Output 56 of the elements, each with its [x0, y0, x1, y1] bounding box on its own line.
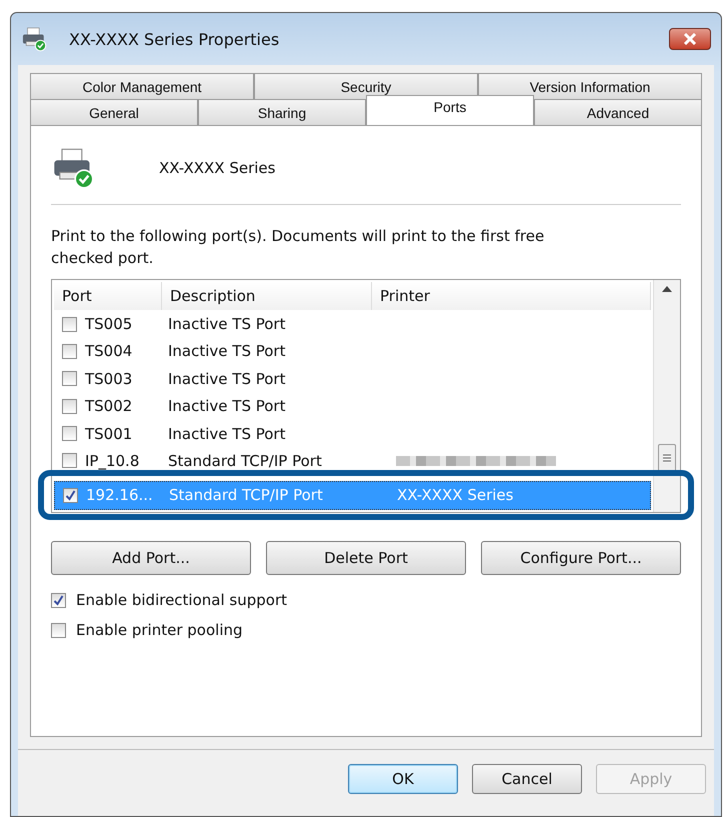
checkbox[interactable]	[51, 622, 66, 638]
description-cell-text: Standard TCP/IP Port	[168, 452, 323, 470]
tab[interactable]: Ports	[366, 95, 534, 125]
checkbox[interactable]	[51, 592, 66, 608]
tab[interactable]: Version Information	[478, 73, 702, 99]
checkbox[interactable]	[62, 453, 77, 468]
checkbox[interactable]	[62, 398, 77, 414]
description-cell-text: Inactive TS Port	[168, 397, 286, 416]
checkbox[interactable]	[62, 344, 77, 359]
scroll-up-icon[interactable]	[662, 286, 672, 292]
port-row[interactable]: TS003 Inactive TS Port	[54, 365, 651, 392]
tab[interactable]: Security	[254, 73, 478, 99]
dialog-button[interactable]: OK	[348, 764, 458, 794]
printer-icon	[21, 26, 47, 52]
port-cell-text: 192.16...	[86, 486, 154, 504]
port-row[interactable]: TS002 Inactive TS Port	[54, 392, 651, 420]
port-row[interactable]: TS004 Inactive TS Port	[54, 338, 651, 366]
checkbox[interactable]	[62, 371, 77, 386]
column-header[interactable]: Printer	[372, 282, 651, 310]
port-button[interactable]: Add Port...	[51, 541, 251, 575]
scrollbar[interactable]	[653, 280, 680, 512]
tab[interactable]: Color Management	[30, 73, 254, 99]
column-header[interactable]: Description	[162, 282, 372, 310]
printer-name: XX-XXXX Series	[159, 159, 276, 177]
column-header[interactable]: Port	[54, 282, 162, 310]
port-cell-text: TS001	[85, 424, 134, 443]
dialog-button[interactable]: Cancel	[472, 764, 582, 794]
checkbox[interactable]	[63, 488, 78, 503]
description-cell-text: Inactive TS Port	[168, 342, 286, 360]
description-cell-text: Inactive TS Port	[168, 424, 286, 443]
checkbox[interactable]	[62, 316, 77, 332]
checkbox[interactable]	[62, 426, 77, 442]
option-label[interactable]: Enable bidirectional support	[76, 591, 288, 609]
tab[interactable]: Advanced	[534, 99, 702, 125]
port-cell-text: TS005	[85, 315, 134, 334]
port-button[interactable]: Delete Port	[266, 541, 466, 575]
tab[interactable]: Sharing	[198, 99, 366, 125]
scroll-thumb[interactable]	[658, 444, 676, 472]
port-button[interactable]: Configure Port...	[481, 541, 681, 575]
window-title: XX-XXXX Series Properties	[69, 30, 280, 48]
port-row[interactable]: TS001 Inactive TS Port	[54, 420, 651, 448]
port-cell-text: TS003	[85, 370, 134, 388]
printer-cell: XX-XXXX Series	[397, 486, 514, 504]
option-label[interactable]: Enable printer pooling	[76, 621, 243, 639]
port-cell-text: TS002	[85, 397, 134, 416]
port-cell-text: IP_10.8	[85, 452, 140, 470]
instructions-text: Print to the following port(s). Documents will print to the first free checked port.	[51, 226, 546, 269]
description-cell-text: Inactive TS Port	[168, 370, 286, 388]
port-row[interactable]: IP_10.8 Standard TCP/IP Port	[54, 447, 651, 475]
description-cell-text: Inactive TS Port	[168, 315, 286, 334]
port-row[interactable]: TS005 Inactive TS Port	[54, 310, 651, 338]
port-cell-text: TS004	[85, 342, 134, 360]
close-icon	[683, 33, 697, 45]
description-cell-text: Standard TCP/IP Port	[169, 486, 324, 504]
tab[interactable]: General	[30, 99, 198, 125]
close-button[interactable]	[669, 28, 711, 50]
